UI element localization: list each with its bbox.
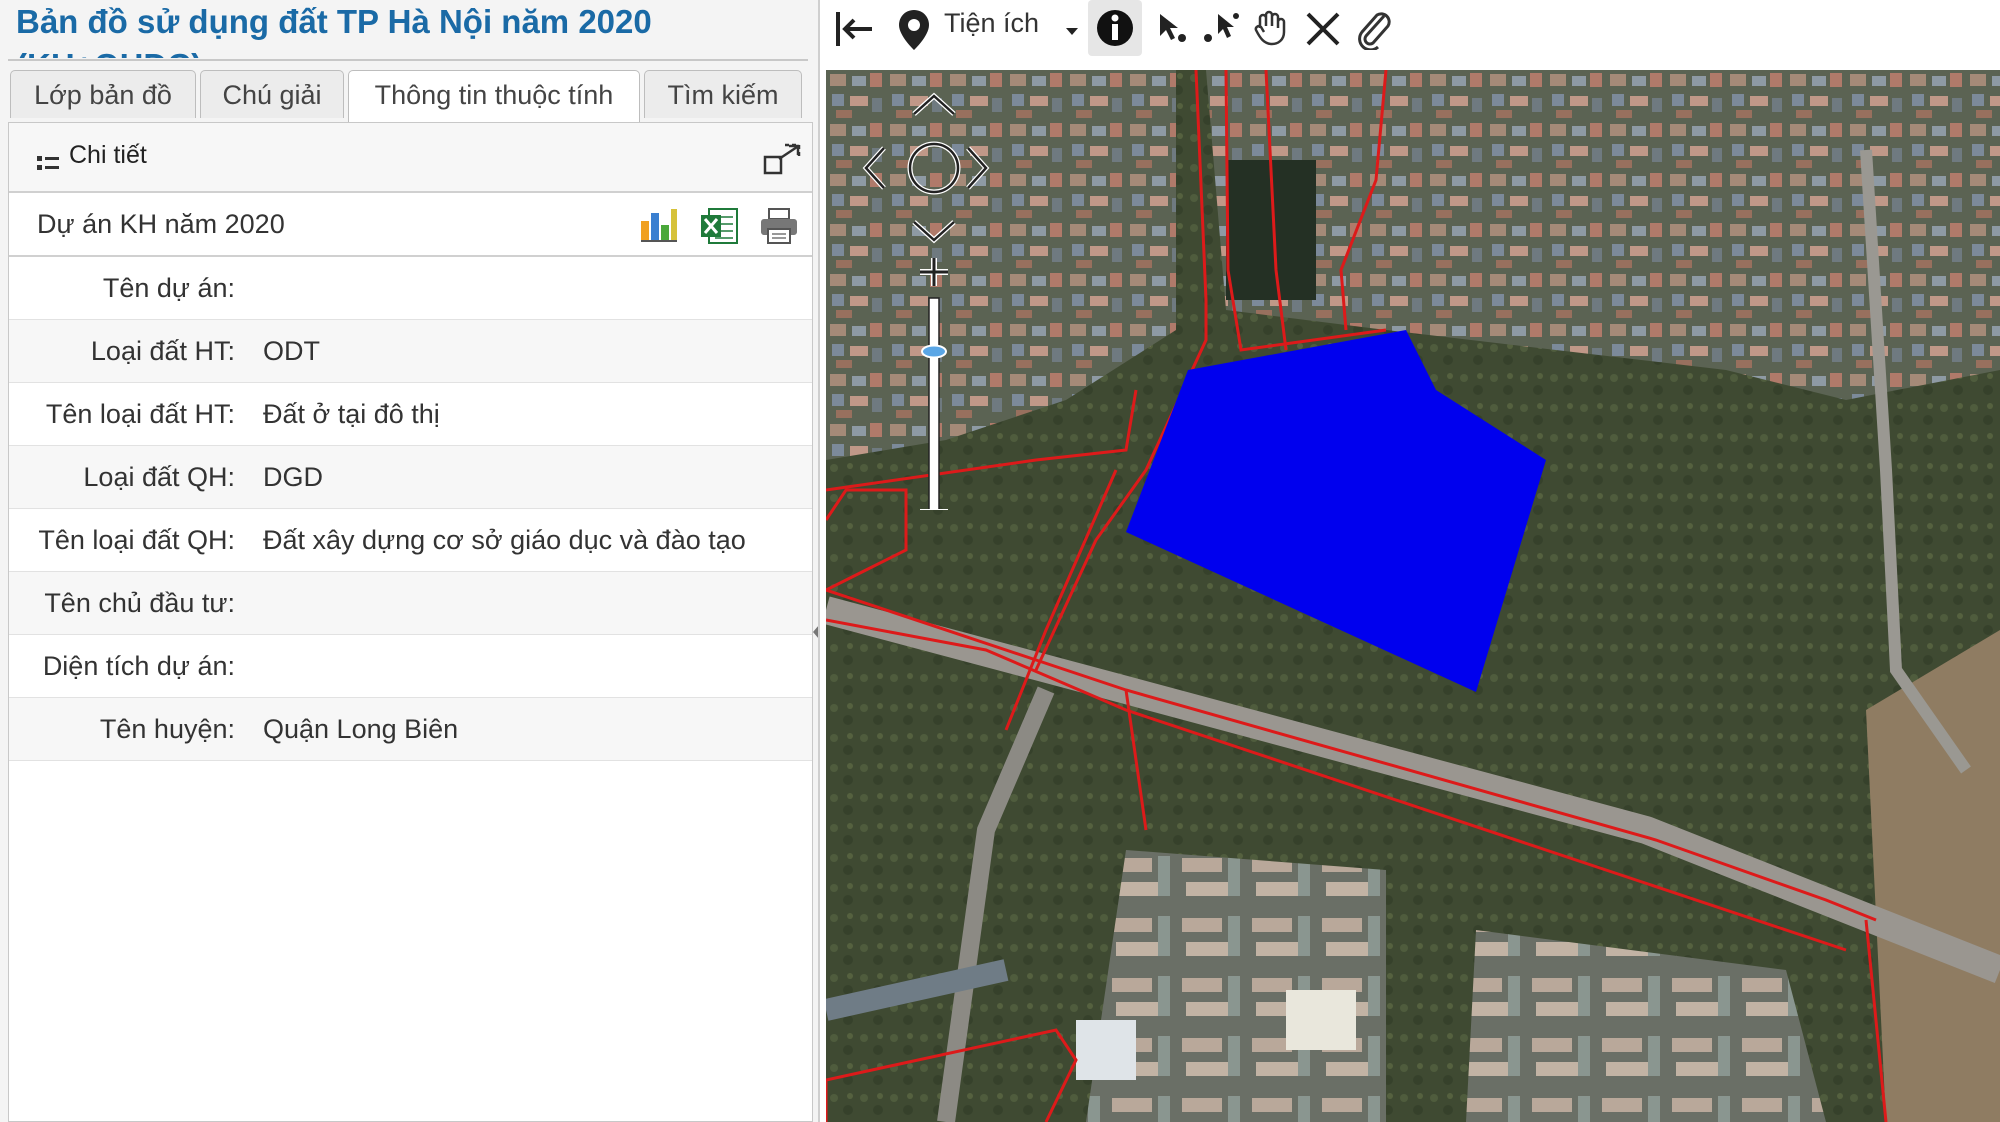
attr-value: DGD bbox=[263, 462, 323, 492]
table-row: Tên loại đất QH: Đất xây dựng cơ sở giáo… bbox=[9, 509, 812, 572]
info-icon bbox=[1097, 10, 1133, 46]
table-row: Tên loại đất HT: Đất ở tại đô thị bbox=[9, 383, 812, 446]
collapse-panel-icon[interactable] bbox=[812, 624, 818, 640]
detail-label: Chi tiết bbox=[69, 141, 147, 169]
divider bbox=[8, 59, 808, 61]
location-pin-icon[interactable] bbox=[896, 8, 932, 64]
app-title: Bản đồ sử dụng đất TP Hà Nội năm 2020 (K… bbox=[16, 3, 652, 58]
pan-left-icon[interactable] bbox=[862, 146, 886, 190]
attr-label: Tên dự án: bbox=[102, 273, 235, 303]
attr-label: Loại đất HT: bbox=[90, 336, 235, 366]
attr-label: Tên loại đất HT: bbox=[45, 399, 235, 429]
map-area: Tiện ích bbox=[826, 0, 2000, 1122]
pan-center-icon[interactable] bbox=[907, 141, 961, 195]
table-row: Loại đất QH: DGD bbox=[9, 446, 812, 509]
table-row: Diện tích dự án: bbox=[9, 635, 812, 698]
expand-icon[interactable] bbox=[763, 143, 801, 180]
select-multi-icon[interactable] bbox=[1202, 10, 1242, 66]
table-row: Loại đất HT: ODT bbox=[9, 320, 812, 383]
attr-value: Đất xây dựng cơ sở giáo dục và đào tạo bbox=[263, 525, 746, 555]
map-toolbar: Tiện ích bbox=[826, 0, 2000, 71]
attr-label: Diện tích dự án: bbox=[42, 651, 235, 681]
select-arrow-icon[interactable] bbox=[1156, 10, 1190, 66]
table-row: Tên dự án: bbox=[9, 257, 812, 320]
table-row: Tên chủ đầu tư: bbox=[9, 572, 812, 635]
zoom-slider-thumb[interactable] bbox=[921, 344, 947, 359]
attr-value: Đất ở tại đô thị bbox=[263, 399, 440, 429]
attach-icon[interactable] bbox=[1354, 8, 1394, 64]
pan-hand-icon[interactable] bbox=[1252, 10, 1288, 66]
attr-value: Quận Long Biên bbox=[263, 714, 459, 744]
zoom-in-icon[interactable] bbox=[920, 258, 948, 286]
exit-icon[interactable] bbox=[834, 8, 876, 64]
left-panel: Bản đồ sử dụng đất TP Hà Nội năm 2020 (K… bbox=[0, 0, 820, 1122]
attr-label: Tên huyện: bbox=[99, 714, 235, 744]
zoom-slider[interactable] bbox=[921, 297, 947, 555]
info-tool[interactable] bbox=[1088, 0, 1142, 56]
tab-map-layers[interactable]: Lớp bản đồ bbox=[10, 70, 196, 118]
map-navigation-control bbox=[856, 90, 996, 555]
pan-down-icon[interactable] bbox=[912, 220, 956, 244]
list-icon bbox=[37, 155, 59, 178]
clear-icon[interactable] bbox=[1304, 10, 1342, 66]
detail-header[interactable]: Chi tiết bbox=[9, 123, 812, 191]
pan-right-icon[interactable] bbox=[966, 146, 990, 190]
print-icon[interactable] bbox=[759, 207, 799, 250]
tab-content: Chi tiết Dự án KH năm 2020 Tên dự án: Lo… bbox=[8, 122, 813, 1122]
tab-search[interactable]: Tìm kiếm bbox=[644, 70, 802, 118]
utility-menu-label[interactable]: Tiện ích bbox=[944, 8, 1039, 39]
attr-label: Tên loại đất QH: bbox=[38, 525, 235, 555]
attr-value: ODT bbox=[263, 336, 320, 366]
attribute-table: Tên dự án: Loại đất HT: ODT Tên loại đất… bbox=[9, 257, 812, 761]
satellite-map[interactable] bbox=[826, 70, 2000, 1122]
table-row: Tên huyện: Quận Long Biên bbox=[9, 698, 812, 761]
section-header: Dự án KH năm 2020 bbox=[9, 191, 812, 257]
pan-up-icon[interactable] bbox=[912, 92, 956, 116]
tab-attribute-info[interactable]: Thông tin thuộc tính bbox=[348, 70, 640, 122]
tab-bar: Lớp bản đồ Chú giải Thông tin thuộc tính… bbox=[10, 70, 810, 122]
attr-label: Tên chủ đầu tư: bbox=[44, 588, 235, 618]
excel-icon[interactable] bbox=[699, 207, 739, 250]
chart-icon[interactable] bbox=[639, 207, 679, 248]
section-title: Dự án KH năm 2020 bbox=[37, 209, 285, 239]
tab-legend[interactable]: Chú giải bbox=[200, 70, 344, 118]
attr-label: Loại đất QH: bbox=[83, 462, 235, 492]
